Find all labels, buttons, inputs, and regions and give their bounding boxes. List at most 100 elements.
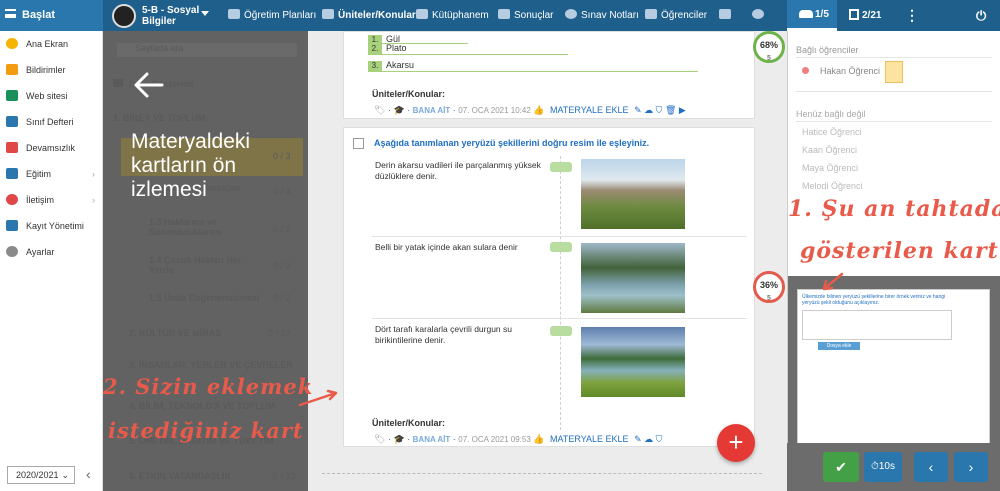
plateau-photo[interactable] bbox=[581, 159, 685, 229]
topic-1-3[interactable]: 1.3 Haklarımı ve Sorumluluklarımı bbox=[149, 217, 249, 237]
timer-icon: ⏱ bbox=[871, 461, 879, 472]
cloud-upload-icon[interactable]: ☁ bbox=[644, 434, 653, 444]
brand-button[interactable]: Başlat bbox=[0, 0, 103, 31]
nav-library[interactable]: Kütüphanem bbox=[416, 0, 489, 31]
power-icon[interactable]: ⏻ bbox=[976, 0, 986, 31]
sidebar-item-notifications[interactable]: Bildirimler bbox=[0, 57, 103, 83]
annotation-1-line-2: gösterilen kart bbox=[800, 238, 999, 264]
lake-photo[interactable] bbox=[581, 327, 685, 397]
mail-icon bbox=[6, 64, 18, 75]
unit-progress: 0 / 17 bbox=[268, 328, 291, 338]
nav-messages[interactable] bbox=[752, 0, 768, 31]
match-item-text: Dört tarafı karalarla çevrili durgun su … bbox=[375, 324, 513, 345]
annotation-2-line-2: istediğiniz kart bbox=[108, 418, 304, 443]
unit-1[interactable]: 1. BİREY VE TOPLUM bbox=[113, 113, 205, 123]
users-icon bbox=[645, 9, 657, 19]
unit-progress: 0 / 13 bbox=[273, 471, 296, 481]
shield-icon[interactable]: ⛉ bbox=[656, 434, 663, 444]
cloud-upload-icon[interactable]: ☁ bbox=[644, 105, 653, 115]
nav-students[interactable]: Öğrenciler bbox=[645, 0, 707, 31]
add-fab-button[interactable]: + bbox=[717, 424, 755, 462]
next-card-button[interactable]: › bbox=[954, 452, 988, 482]
connected-student[interactable]: Hakan Öğrenci bbox=[820, 66, 880, 76]
graduation-cap-icon: 🎓 bbox=[393, 434, 405, 444]
sidebar-item-class-book[interactable]: Sınıf Defteri bbox=[0, 109, 103, 135]
previous-card-button[interactable]: ‹ bbox=[914, 452, 948, 482]
play-icon[interactable]: ▶ bbox=[679, 105, 686, 115]
select-checkbox[interactable] bbox=[353, 138, 364, 149]
year-select[interactable]: 2020/2021 ⌄ bbox=[7, 466, 75, 484]
star-icon bbox=[6, 38, 18, 49]
topics-label: Üniteler/Konular: bbox=[372, 89, 446, 99]
owner-badge: BANA AİT bbox=[412, 435, 451, 444]
nav-exam-grades[interactable]: Sınav Notları bbox=[565, 0, 639, 31]
card-toolbar: 🏷 · 🎓 · BANA AİT · 07. OCA 2021 09:53 👍 … bbox=[374, 434, 663, 444]
sidebar-item-registration[interactable]: Kayıt Yönetimi bbox=[0, 213, 103, 239]
unit-6[interactable]: 6. ETKİN VATANDAŞLIK bbox=[129, 471, 231, 481]
student-item[interactable]: Maya Öğrenci bbox=[802, 163, 858, 173]
unit-4[interactable]: 4. BİLİM, TEKNOLOJİ VE TOPLUM bbox=[129, 401, 275, 411]
topic-1-5[interactable]: 1.5 Ünite Değerlendirmesi bbox=[149, 293, 260, 303]
unit-2[interactable]: 2. KÜLTÜR VE MİRAS bbox=[129, 328, 221, 338]
arrow-annotation-icon bbox=[298, 389, 338, 407]
chevron-right-icon: › bbox=[92, 169, 95, 179]
nav-results[interactable]: Sonuçlar bbox=[498, 0, 553, 31]
collapse-sidebar-button[interactable]: ‹ bbox=[86, 466, 91, 482]
plug-icon[interactable] bbox=[550, 162, 572, 172]
divider bbox=[796, 57, 992, 58]
list-end-divider bbox=[322, 473, 762, 474]
tag-icon[interactable]: 🏷 bbox=[374, 434, 385, 444]
divider bbox=[796, 91, 992, 92]
student-item[interactable]: Hatice Öğrenci bbox=[802, 127, 862, 137]
grid-icon bbox=[6, 168, 18, 179]
river-photo[interactable] bbox=[581, 243, 685, 313]
sidebar-item-education[interactable]: Eğitim › bbox=[0, 161, 103, 187]
nav-teaching-plans[interactable]: Öğretim Planları bbox=[228, 0, 316, 31]
nav-units[interactable]: Üniteler/Konular bbox=[322, 0, 416, 31]
cast-icon bbox=[719, 9, 731, 19]
delete-icon[interactable]: 🗑 bbox=[665, 105, 676, 115]
connected-students-tab[interactable]: 1/5 bbox=[787, 0, 837, 31]
tag-icon[interactable]: 🏷 bbox=[374, 105, 385, 115]
material-card-1: 1. Gül 2. Plato 3. Akarsu Üniteler/Konular:… bbox=[343, 31, 755, 119]
like-icon[interactable]: 👍 bbox=[533, 434, 544, 444]
cards-tab[interactable]: 2/21 bbox=[849, 0, 881, 31]
sidebar-item-attendance[interactable]: Devamsızlık bbox=[0, 135, 103, 161]
unit-3[interactable]: 3. İNSANLAR, YERLER VE ÇEVRELER bbox=[129, 360, 293, 370]
thumbnail-answer-box bbox=[802, 310, 952, 340]
more-vert-icon[interactable]: ⋮ bbox=[905, 0, 919, 31]
answer-line bbox=[368, 54, 568, 55]
annotation-2-line-1: 2. Sizin eklemek bbox=[103, 374, 314, 399]
shield-icon bbox=[322, 9, 334, 19]
add-to-material-button[interactable]: MATERYALE EKLE bbox=[550, 434, 629, 444]
check-button[interactable]: ✔ bbox=[823, 452, 859, 482]
student-status-badge bbox=[885, 61, 903, 83]
plug-icon[interactable] bbox=[550, 242, 572, 252]
edit-icon[interactable]: ✎ bbox=[634, 434, 642, 444]
class-name: 5-B - Sosyal Bilgiler bbox=[142, 5, 200, 27]
sidebar-item-communication[interactable]: İletişim › bbox=[0, 187, 103, 213]
brand-label: Başlat bbox=[22, 9, 56, 21]
edit-icon[interactable]: ✎ bbox=[634, 105, 642, 115]
search-input[interactable]: Sayfada ara bbox=[117, 43, 297, 57]
student-item[interactable]: Kaan Öğrenci bbox=[802, 145, 857, 155]
sidebar-item-website[interactable]: Web sitesi bbox=[0, 83, 103, 109]
nav-cast[interactable] bbox=[719, 0, 735, 31]
bar-chart-icon bbox=[498, 9, 510, 19]
card-date: 07. OCA 2021 10:42 bbox=[458, 106, 531, 115]
student-item[interactable]: Melodi Öğrenci bbox=[802, 181, 863, 191]
card-icon bbox=[849, 9, 859, 20]
timer-button[interactable]: ⏱10s bbox=[864, 452, 902, 482]
add-to-material-button[interactable]: MATERYALE EKLE bbox=[550, 105, 629, 115]
topic-1-4[interactable]: 1.4 Çocuk Hakları Her Yerde bbox=[149, 255, 249, 275]
class-selector[interactable]: 5-B - Sosyal Bilgiler bbox=[112, 4, 209, 28]
like-icon[interactable]: 👍 bbox=[533, 105, 544, 115]
annotation-1-line-1: 1. Şu an tahtada bbox=[788, 196, 1000, 222]
chat-icon bbox=[6, 194, 18, 205]
plug-icon[interactable] bbox=[550, 326, 572, 336]
sidebar-item-home[interactable]: Ana Ekran bbox=[0, 31, 103, 57]
sidebar-item-settings[interactable]: Ayarlar bbox=[0, 239, 103, 265]
thumbnail-file-button: Dosya ekle bbox=[818, 342, 860, 350]
row-divider bbox=[372, 236, 747, 237]
shield-icon[interactable]: ⛉ bbox=[656, 105, 663, 115]
